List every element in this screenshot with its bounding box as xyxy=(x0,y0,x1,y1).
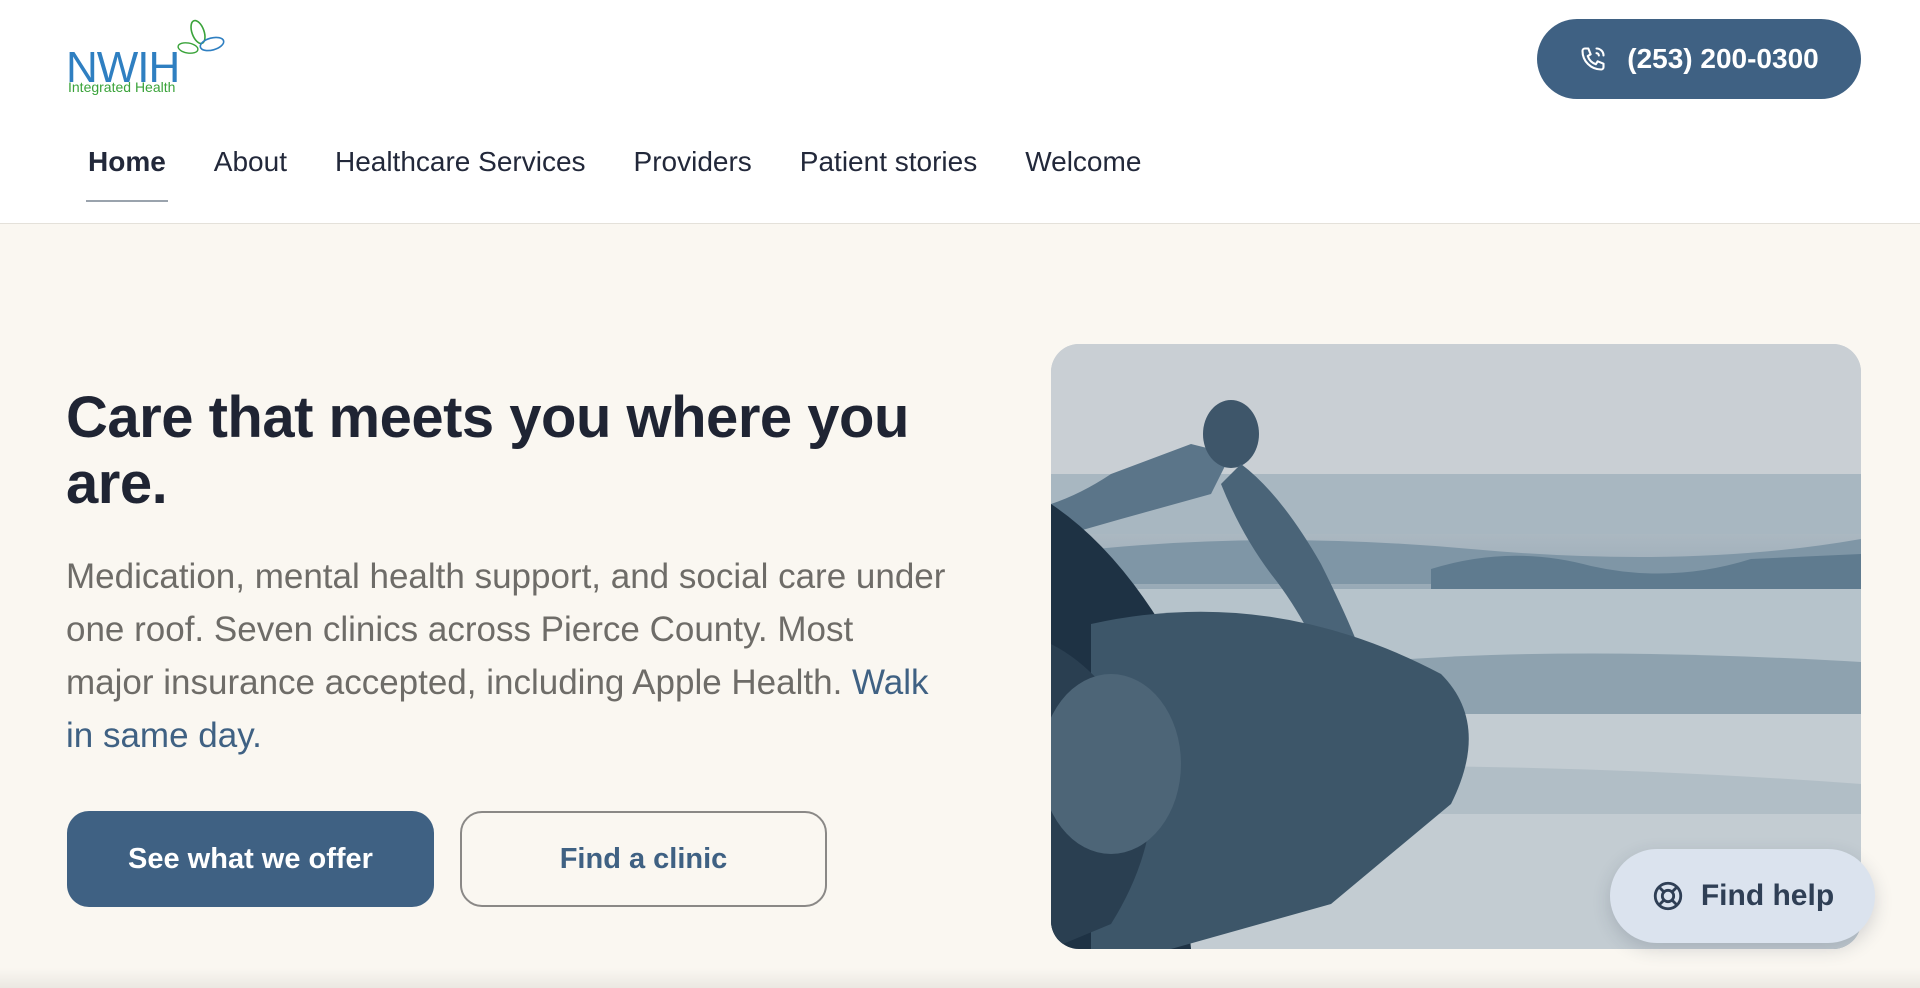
main-nav: Home About Healthcare Services Providers… xyxy=(64,134,1165,202)
section-divider-shade xyxy=(0,968,1920,988)
nwih-logo[interactable]: NWIH Integrated Health xyxy=(66,18,226,98)
phone-button[interactable]: (253) 200-0300 xyxy=(1537,19,1861,99)
find-help-label: Find help xyxy=(1700,879,1835,912)
hero-description: Medication, mental health support, and s… xyxy=(66,550,946,762)
hero-description-text: Medication, mental health support, and s… xyxy=(66,557,946,702)
nav-item-home[interactable]: Home xyxy=(64,134,190,202)
phone-number: (253) 200-0300 xyxy=(1627,43,1819,74)
see-what-we-offer-button[interactable]: See what we offer xyxy=(67,811,434,907)
nav-item-patient-stories[interactable]: Patient stories xyxy=(776,134,1001,202)
logo-subtitle: Integrated Health xyxy=(68,79,176,95)
nav-item-healthcare-services[interactable]: Healthcare Services xyxy=(311,134,610,202)
find-a-clinic-button[interactable]: Find a clinic xyxy=(460,811,827,907)
site-header: NWIH Integrated Health (253) 200-0300 Ho… xyxy=(0,0,1920,224)
nav-item-welcome[interactable]: Welcome xyxy=(1001,134,1165,202)
nav-item-about[interactable]: About xyxy=(190,134,311,202)
nav-item-providers[interactable]: Providers xyxy=(610,134,776,202)
phone-icon xyxy=(1581,47,1605,71)
hero-title: Care that meets you where you are. xyxy=(66,385,909,516)
lifebuoy-icon xyxy=(1653,881,1682,911)
find-help-button[interactable]: Find help xyxy=(1610,849,1875,943)
logo-leaf-icon xyxy=(177,19,225,54)
